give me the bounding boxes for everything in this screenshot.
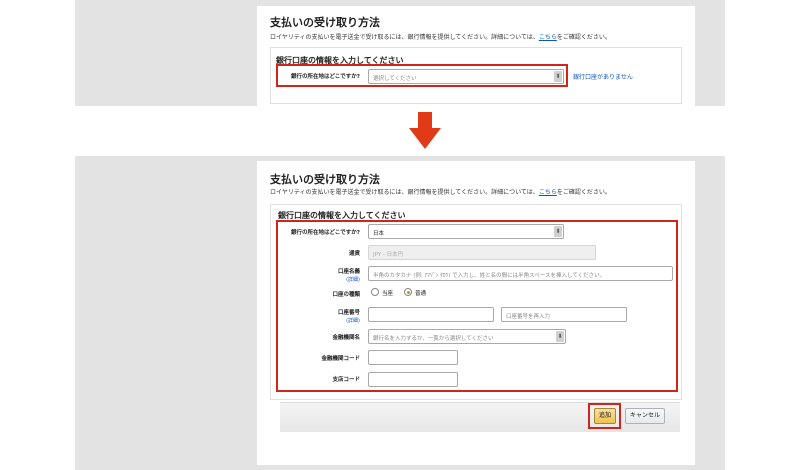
top-description-tail: をご確認ください。 bbox=[556, 34, 611, 41]
add-button-highlight-box bbox=[588, 403, 621, 429]
down-arrow-icon bbox=[409, 112, 441, 149]
bottom-description-text: ロイヤリティの支払いを電子送金で受け取るには、銀行情報を提供してください。詳細に… bbox=[270, 189, 539, 196]
bottom-form-highlight-box bbox=[276, 220, 678, 392]
bottom-details-link[interactable]: こちら bbox=[539, 189, 557, 196]
bottom-page-title: 支払いの受け取り方法 bbox=[270, 173, 380, 186]
bottom-description-tail: をご確認ください。 bbox=[556, 189, 611, 196]
top-description-text: ロイヤリティの支払いを電子送金で受け取るには、銀行情報を提供してください。詳細に… bbox=[270, 34, 539, 41]
top-details-link[interactable]: こちら bbox=[539, 34, 557, 41]
bottom-description: ロイヤリティの支払いを電子送金で受け取るには、銀行情報を提供してください。詳細に… bbox=[270, 187, 611, 196]
top-highlight-box bbox=[276, 64, 568, 87]
top-page-title: 支払いの受け取り方法 bbox=[270, 16, 380, 29]
cancel-button[interactable]: キャンセル bbox=[625, 408, 665, 424]
no-bank-account-link[interactable]: 銀行口座がありません bbox=[573, 72, 633, 81]
top-description: ロイヤリティの支払いを電子送金で受け取るには、銀行情報を提供してください。詳細に… bbox=[270, 32, 611, 41]
